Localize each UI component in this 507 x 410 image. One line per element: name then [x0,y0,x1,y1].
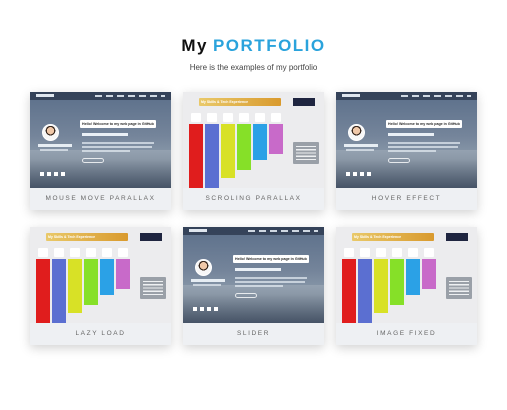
card-caption: HOVER EFFECT [336,188,477,210]
avatar [195,259,212,276]
preview-image: My Skills & Tech Experience [30,227,171,323]
preview-image: Hello! Welcome to my web page in GitHub [30,92,171,188]
heading-prefix: My [181,36,208,55]
card-caption: LAZY LOAD [30,323,171,345]
preview-image: My Skills & Tech Experience [183,92,324,188]
card-caption: SLIDER [183,323,324,345]
preview-image: My Skills & Tech Experience [336,227,477,323]
section-subtitle: Here is the examples of my portfolio [189,63,318,72]
portfolio-card-hover-effect[interactable]: Hello! Welcome to my web page in GitHub … [336,92,477,210]
preview-banner: My Skills & Tech Experience [48,235,96,239]
card-caption: SCROLING PARALLAX [183,188,324,210]
preview-greeting: Hello! Welcome to my web page in GitHub [235,257,307,261]
card-caption: IMAGE FIXED [336,323,477,345]
preview-banner: My Skills & Tech Experience [201,100,249,104]
section-heading: My PORTFOLIO [0,36,507,56]
portfolio-card-lazy-load[interactable]: My Skills & Tech Experience LAZY LOAD [30,227,171,345]
preview-greeting: Hello! Welcome to my web page in GitHub [82,122,154,126]
portfolio-card-mouse-move-parallax[interactable]: Hello! Welcome to my web page in GitHub … [30,92,171,210]
portfolio-card-image-fixed[interactable]: My Skills & Tech Experience IMAGE FIXED [336,227,477,345]
preview-banner: My Skills & Tech Experience [354,235,402,239]
heading-portfolio: PORTFOLIO [212,36,326,55]
portfolio-card-scrolling-parallax[interactable]: My Skills & Tech Experience SCROLING PAR… [183,92,324,210]
preview-image: Hello! Welcome to my web page in GitHub [183,227,324,323]
preview-image: Hello! Welcome to my web page in GitHub [336,92,477,188]
avatar [348,124,365,141]
avatar [42,124,59,141]
card-caption: MOUSE MOVE PARALLAX [30,188,171,210]
preview-greeting: Hello! Welcome to my web page in GitHub [388,122,460,126]
portfolio-card-slider[interactable]: Hello! Welcome to my web page in GitHub … [183,227,324,345]
